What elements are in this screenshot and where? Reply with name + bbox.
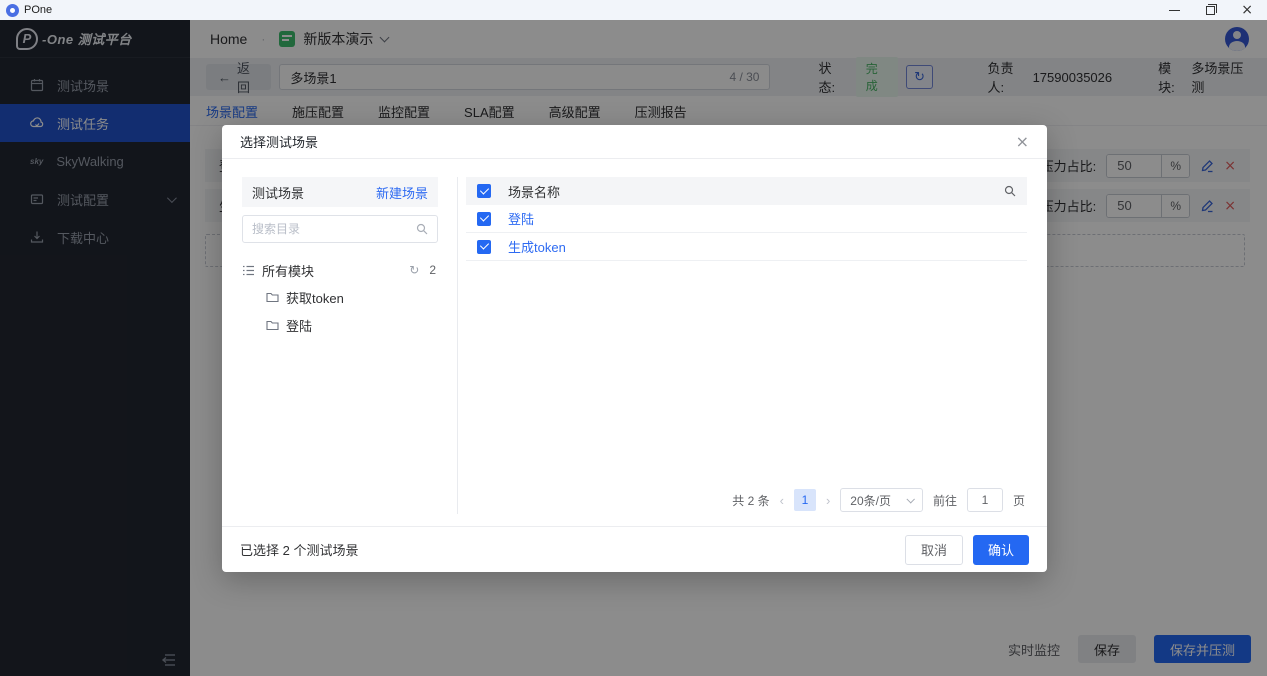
search-icon	[416, 223, 428, 235]
app-window: P -One 测试平台 测试场景 测试任务 sky SkyWalking	[0, 20, 1267, 676]
tree-count: 2	[429, 263, 436, 277]
table-header-name: 场景名称	[508, 182, 560, 201]
tree-node-label: 登陆	[286, 316, 312, 335]
next-page-icon[interactable]: ›	[826, 493, 830, 508]
table-header-row: 场景名称	[466, 177, 1027, 205]
create-scenario-link[interactable]: 新建场景	[376, 183, 428, 202]
scenario-table-panel: 场景名称 登陆 生成token 共 2 条 ‹ 1	[466, 177, 1027, 526]
tree-search-input[interactable]	[252, 222, 416, 236]
modal-footer: 已选择 2 个测试场景 取消 确认	[222, 526, 1047, 572]
row-checkbox[interactable]	[477, 240, 491, 254]
close-window-icon[interactable]: ×	[1241, 3, 1253, 17]
page-size-select[interactable]: 20条/页	[840, 488, 923, 512]
prev-page-icon[interactable]: ‹	[780, 493, 784, 508]
page-unit-label: 页	[1013, 492, 1025, 509]
tree-panel-title: 测试场景	[252, 183, 304, 202]
table-row: 登陆	[466, 205, 1027, 233]
os-titlebar: POne ×	[0, 0, 1267, 20]
app-icon	[6, 4, 19, 17]
folder-icon	[266, 320, 279, 331]
pagination: 共 2 条 ‹ 1 › 20条/页 前往 页	[466, 478, 1027, 526]
confirm-button[interactable]: 确认	[973, 535, 1029, 565]
tree-node-label: 获取token	[286, 288, 344, 307]
folder-icon	[266, 292, 279, 303]
tree-list-icon	[242, 264, 255, 277]
row-checkbox[interactable]	[477, 212, 491, 226]
select-scenario-modal: 选择测试场景 × 测试场景 新建场景 所有模	[222, 125, 1047, 572]
goto-page-input[interactable]	[967, 488, 1003, 512]
chevron-down-icon	[906, 495, 914, 503]
tree-search-field	[242, 215, 438, 243]
selected-count-text: 已选择 2 个测试场景	[240, 540, 358, 559]
close-icon[interactable]: ×	[1016, 132, 1029, 151]
cancel-button[interactable]: 取消	[905, 535, 963, 565]
tree-root-label: 所有模块	[262, 261, 314, 280]
tree-node-login[interactable]: 登陆	[242, 311, 438, 339]
search-icon[interactable]	[1004, 185, 1016, 197]
scenario-link[interactable]: 生成token	[508, 237, 566, 256]
minimize-icon[interactable]	[1169, 10, 1180, 11]
panel-divider	[457, 177, 458, 514]
refresh-tree-icon[interactable]: ↻	[409, 263, 419, 277]
restore-icon[interactable]	[1206, 6, 1215, 15]
table-row: 生成token	[466, 233, 1027, 261]
page-number[interactable]: 1	[794, 489, 816, 511]
pagination-total: 共 2 条	[732, 492, 769, 509]
goto-label: 前往	[933, 492, 957, 509]
scenario-link[interactable]: 登陆	[508, 209, 534, 228]
select-all-checkbox[interactable]	[477, 184, 491, 198]
page-size-value: 20条/页	[850, 492, 891, 509]
modal-title: 选择测试场景	[240, 132, 318, 151]
tree-root-all-modules[interactable]: 所有模块 ↻ 2	[242, 257, 438, 283]
screen: POne × P -One 测试平台 测试场景 测试任务	[0, 0, 1267, 676]
tree-node-get-token[interactable]: 获取token	[242, 283, 438, 311]
scenario-tree-panel: 测试场景 新建场景 所有模块 ↻ 2	[242, 177, 438, 526]
os-window-title: POne	[24, 4, 52, 16]
